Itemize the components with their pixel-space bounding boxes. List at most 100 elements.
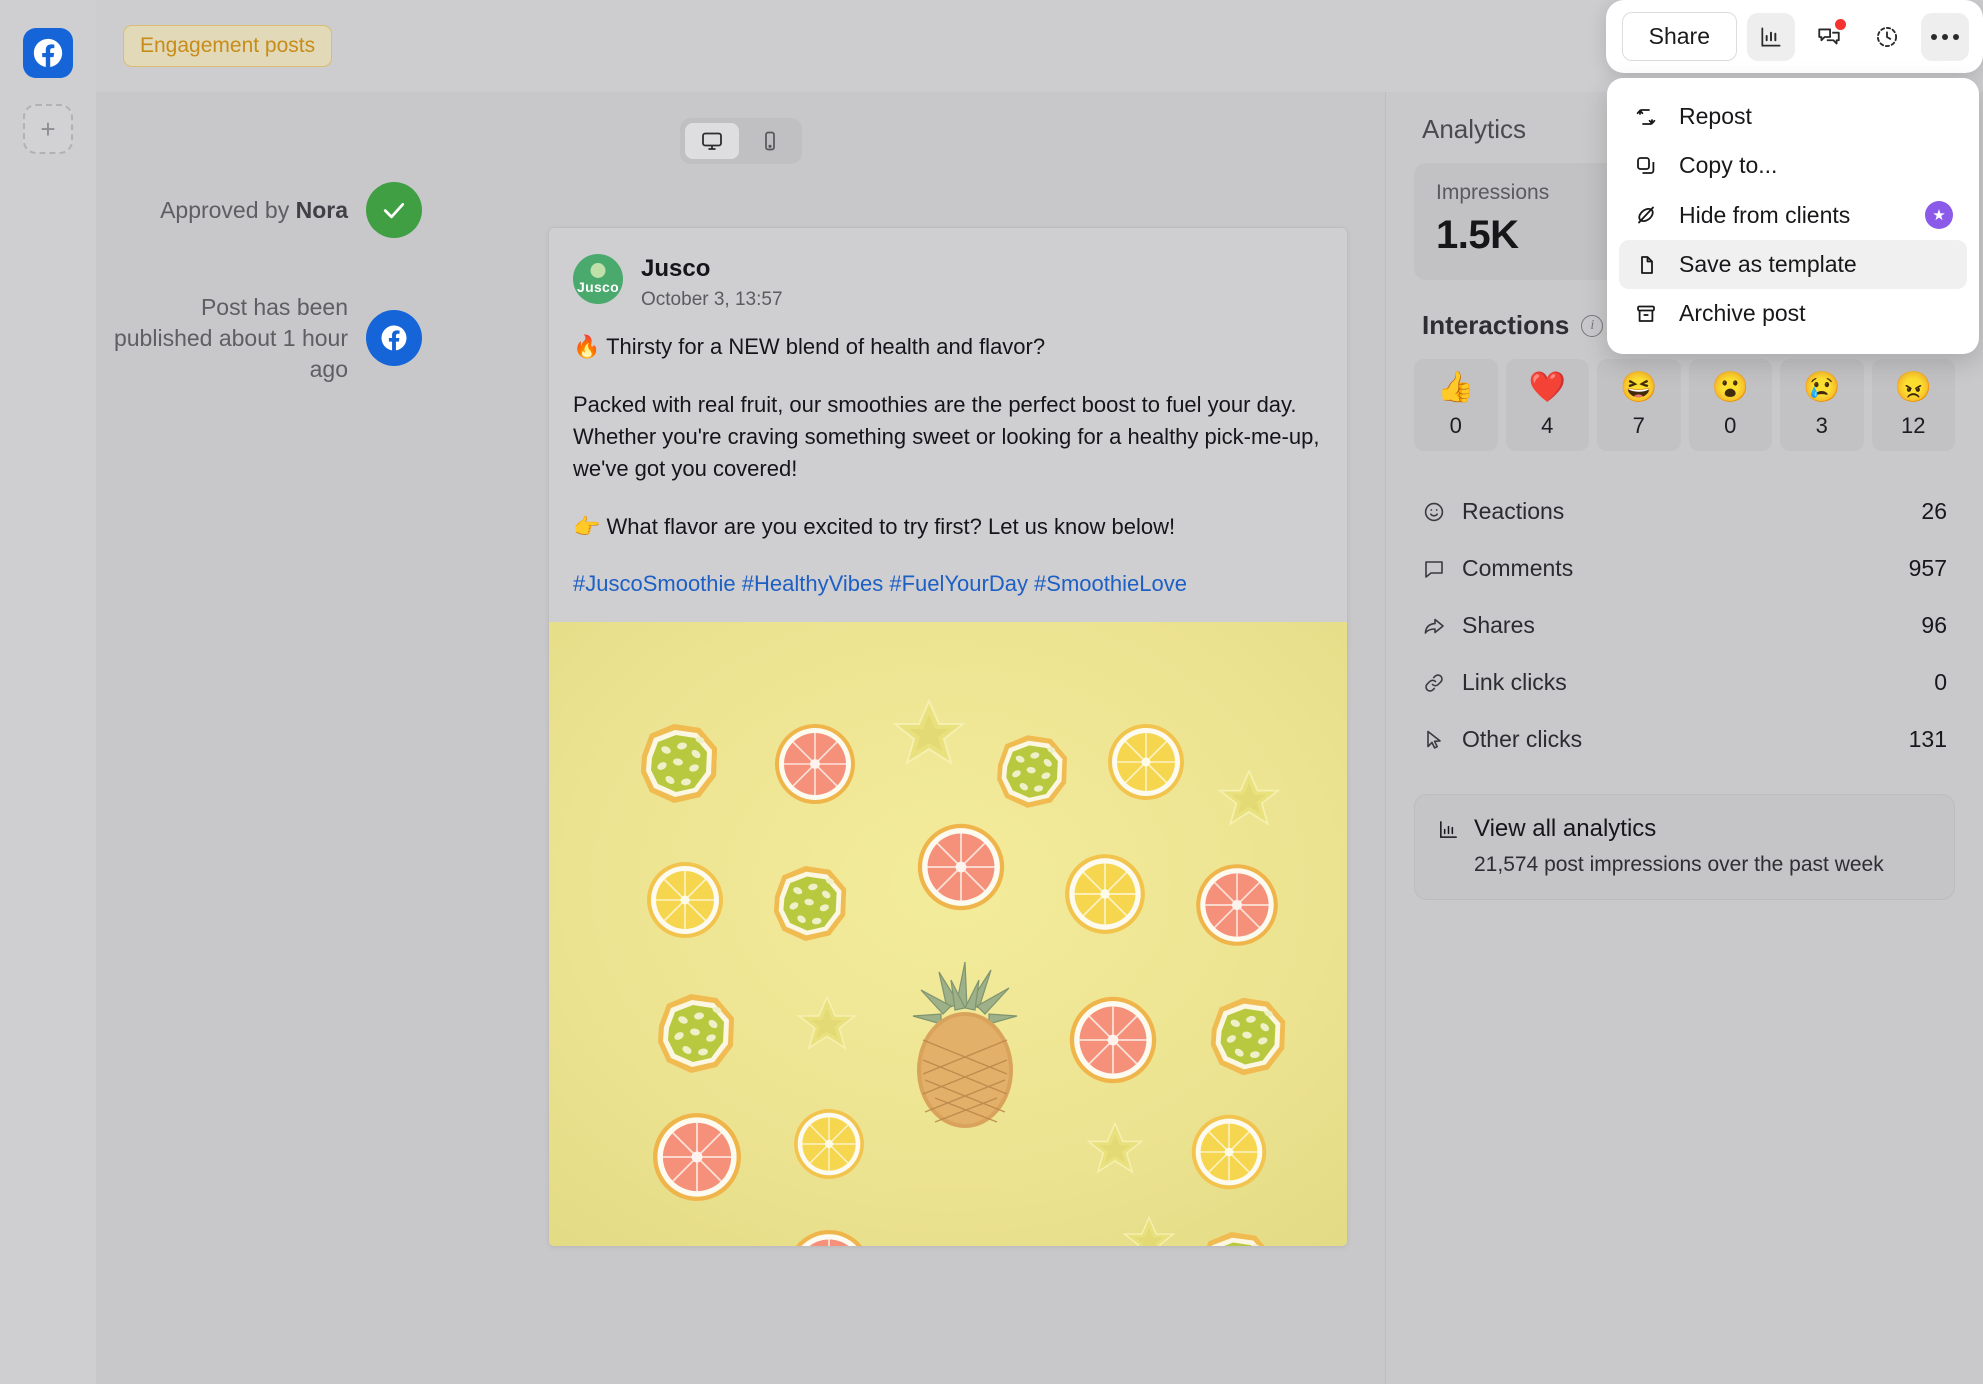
post-options-menu: Repost Copy to... Hide from clients ★ Sa… xyxy=(1607,78,1979,354)
engagement-posts-tag[interactable]: Engagement posts xyxy=(123,25,333,67)
device-desktop-button[interactable] xyxy=(684,123,739,159)
metric-comments: Comments 957 xyxy=(1414,540,1955,597)
repost-icon xyxy=(1633,104,1659,130)
reaction-wow[interactable]: 😮 0 xyxy=(1688,359,1772,451)
notification-dot xyxy=(1835,18,1846,30)
post-author-name: Jusco xyxy=(641,255,711,282)
post-hashtags[interactable]: #JuscoSmoothie #HealthyVibes #FuelYourDa… xyxy=(573,568,1323,600)
file-icon xyxy=(1633,252,1659,278)
app-root: + Engagement posts Share Repost Copy to.… xyxy=(0,0,1983,1384)
post-header: Jusco Jusco October 3, 13:57 xyxy=(549,228,1347,323)
approved-check-badge xyxy=(366,182,422,238)
menu-item-label: Archive post xyxy=(1679,300,1806,326)
facebook-account-icon[interactable] xyxy=(23,28,73,78)
top-bar: Engagement posts Share Repost Copy to...… xyxy=(96,0,1983,354)
add-account-label: + xyxy=(40,114,56,144)
metric-value: 0 xyxy=(1934,669,1947,695)
brand-avatar-label: Jusco xyxy=(577,279,619,295)
haha-reaction-icon: 😆 xyxy=(1620,371,1658,404)
share-arrow-icon xyxy=(1422,614,1446,638)
menu-item-label: Hide from clients xyxy=(1679,201,1851,228)
metric-other-clicks: Other clicks 131 xyxy=(1414,711,1955,768)
published-status: Post has been published about 1 hour ago xyxy=(112,292,422,384)
reaction-love[interactable]: ❤️ 4 xyxy=(1505,359,1589,451)
published-text: Post has been published about 1 hour ago xyxy=(113,294,348,382)
reaction-count: 4 xyxy=(1541,413,1554,438)
reaction-haha[interactable]: 😆 7 xyxy=(1597,359,1681,451)
facebook-icon xyxy=(381,325,407,351)
metric-label: Shares xyxy=(1462,612,1535,638)
view-all-analytics-subtext: 21,574 post impressions over the past we… xyxy=(1474,853,1884,876)
like-reaction-icon: 👍 xyxy=(1437,371,1475,404)
post-date: October 3, 13:57 xyxy=(641,289,783,310)
add-account-button[interactable]: + xyxy=(23,104,73,154)
metric-value: 96 xyxy=(1921,612,1947,638)
archive-icon xyxy=(1633,301,1659,327)
approval-column: Approved by Nora Post has been published… xyxy=(112,182,422,438)
info-icon[interactable]: i xyxy=(1581,314,1604,337)
metric-value: 26 xyxy=(1921,498,1947,524)
post-line-3: 👉 What flavor are you excited to try fir… xyxy=(573,513,1176,539)
post-toolbar: Share xyxy=(1605,0,1983,73)
share-button[interactable]: Share xyxy=(1621,12,1737,61)
post-preview-canvas: Approved by Nora Post has been published… xyxy=(96,92,1385,1384)
analytics-bar-chart-icon xyxy=(1761,26,1781,47)
reaction-count: 12 xyxy=(1901,413,1926,438)
metric-link-clicks: Link clicks 0 xyxy=(1414,654,1955,711)
menu-item-label: Repost xyxy=(1679,103,1752,129)
angry-reaction-icon: 😠 xyxy=(1894,371,1932,404)
reaction-sad[interactable]: 😢 3 xyxy=(1780,359,1864,451)
metric-reactions: Reactions 26 xyxy=(1414,483,1955,540)
eye-off-icon xyxy=(1633,202,1659,228)
approved-status: Approved by Nora xyxy=(112,182,422,238)
sad-reaction-icon: 😢 xyxy=(1803,371,1841,404)
brand-avatar: Jusco xyxy=(573,254,623,304)
metric-label: Link clicks xyxy=(1462,669,1567,695)
post-body: 🔥 Thirsty for a NEW blend of health and … xyxy=(549,323,1347,622)
wow-reaction-icon: 😮 xyxy=(1711,371,1749,404)
menu-item-repost[interactable]: Repost xyxy=(1619,92,1967,141)
view-all-analytics-card[interactable]: View all analytics 21,574 post impressio… xyxy=(1414,794,1955,900)
reaction-count: 7 xyxy=(1632,413,1645,438)
metric-value: 131 xyxy=(1908,726,1947,752)
left-rail: + xyxy=(0,0,96,1384)
approver-name: Nora xyxy=(295,196,348,223)
cursor-icon xyxy=(1422,728,1446,752)
post-image xyxy=(549,622,1347,1247)
menu-item-archive-post[interactable]: Archive post xyxy=(1619,289,1967,338)
device-mobile-button[interactable] xyxy=(743,123,797,159)
reaction-like[interactable]: 👍 0 xyxy=(1414,359,1498,451)
premium-star-badge: ★ xyxy=(1925,201,1953,229)
comments-button[interactable] xyxy=(1805,13,1853,61)
history-button[interactable] xyxy=(1863,13,1911,61)
view-all-analytics-label: View all analytics xyxy=(1474,815,1657,842)
reaction-angry[interactable]: 😠 12 xyxy=(1871,359,1955,451)
interactions-title: Interactions xyxy=(1422,310,1570,340)
post-line-1: 🔥 Thirsty for a NEW blend of health and … xyxy=(573,334,1046,359)
reaction-count: 0 xyxy=(1724,413,1737,438)
published-platform-badge xyxy=(366,310,422,367)
more-options-icon xyxy=(1931,33,1959,40)
link-icon xyxy=(1422,671,1446,695)
metric-label: Comments xyxy=(1462,555,1574,581)
device-toggle xyxy=(679,118,802,164)
reaction-count: 0 xyxy=(1449,413,1462,438)
reaction-count: 3 xyxy=(1815,413,1828,438)
menu-item-label: Copy to... xyxy=(1679,152,1778,178)
analytics-bar-chart-icon xyxy=(1440,820,1457,838)
metric-value: 957 xyxy=(1908,555,1947,581)
menu-item-save-as-template[interactable]: Save as template xyxy=(1619,240,1967,289)
view-all-analytics-header: View all analytics xyxy=(1437,815,1932,843)
citrus-flatlay-illustration xyxy=(549,622,1347,1247)
desktop-icon xyxy=(701,132,722,150)
love-reaction-icon: ❤️ xyxy=(1528,371,1566,404)
menu-item-label: Save as template xyxy=(1679,251,1857,277)
history-clock-icon xyxy=(1876,26,1898,47)
menu-item-hide-from-clients[interactable]: Hide from clients ★ xyxy=(1619,190,1967,240)
more-options-button[interactable] xyxy=(1921,12,1969,61)
copy-icon xyxy=(1633,153,1659,179)
analytics-button[interactable] xyxy=(1747,12,1795,61)
approved-text: Approved by Nora xyxy=(160,195,348,226)
facebook-icon xyxy=(33,38,63,67)
menu-item-copy-to[interactable]: Copy to... xyxy=(1619,141,1967,190)
